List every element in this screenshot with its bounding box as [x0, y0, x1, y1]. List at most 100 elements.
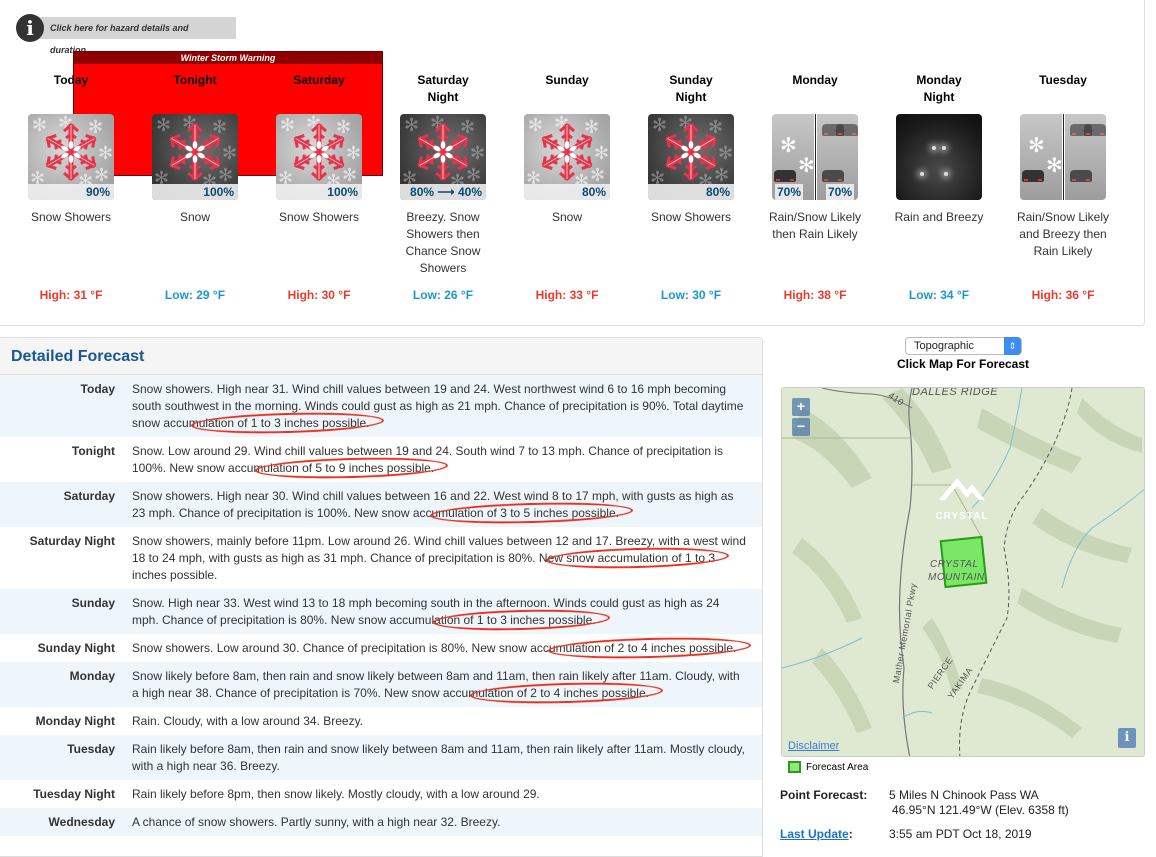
forecast-row: Monday Night Rain. Cloudy, with a low ar…	[0, 707, 762, 735]
weather-icon[interactable]: ✻ ✻ ✻ ✻ ✻ ✻ ✻	[28, 114, 114, 200]
car-icon	[1084, 124, 1106, 136]
precip-chance: 80% ⟶ 40%	[400, 184, 486, 200]
short-description: Breezy. Snow Showers then Chance Snow Sh…	[405, 210, 481, 275]
forecast-row-text: A chance of snow showers. Partly sunny, …	[132, 815, 501, 829]
forecast-period[interactable]: Saturday ✻ ✻ ✻ ✻ ✻ ✻ ✻ 100% Snow Showers…	[257, 72, 381, 304]
weather-icon[interactable]: ✻ ✻ ✻ ✻ ✻ ✻ ✻	[648, 114, 734, 200]
last-update-colon: :	[848, 827, 853, 841]
temperature: High: 36 °F	[1031, 288, 1095, 302]
headlight-icon	[942, 146, 946, 150]
forecast-period[interactable]: Sunday Night ✻ ✻ ✻ ✻ ✻ ✻ ✻ 80% Snow Show…	[629, 72, 753, 304]
forecast-row: Monday Snow likely before 8am, then rain…	[0, 662, 762, 707]
weather-icon[interactable]: ✻ ✻ 70% 70%	[772, 114, 858, 200]
crystal-logo: CRYSTAL	[935, 511, 989, 522]
seven-day-forecast-panel: i Click here for hazard details and dura…	[0, 0, 1145, 326]
map-label-dalles-ridge: DALLES RIDGE	[912, 387, 999, 398]
forecast-row-label: Tuesday Night	[33, 787, 115, 801]
legend-label: Forecast Area	[806, 761, 869, 773]
forecast-row-label: Monday	[69, 669, 115, 683]
car-icon	[822, 170, 844, 182]
forecast-period[interactable]: Today ✻ ✻ ✻ ✻ ✻ ✻ ✻ 90% Snow Showers Hig…	[9, 72, 133, 304]
highlighted-accumulation: mulation of 2 to 4 inches possible.	[555, 641, 737, 655]
click-map-prompt: Click Map For Forecast	[896, 357, 1030, 371]
forecast-row: Today Snow showers. High near 31. Wind c…	[0, 375, 762, 437]
map-label-crystal: CRYSTAL	[930, 559, 979, 570]
forecast-period[interactable]: Saturday Night ✻ ✻ ✻ ✻ ✻ ✻ ✻ 80% ⟶ 40% B…	[381, 72, 505, 304]
short-description: Snow Showers	[650, 210, 732, 224]
detailed-forecast-body: Today Snow showers. High near 31. Wind c…	[0, 375, 762, 836]
forecast-row-text: Snow showers. High near 30. Wind chill v…	[132, 489, 734, 520]
forecast-row-label: Sunday	[71, 596, 115, 610]
forecast-map[interactable]: + − DALLES RIDGE 410 CRYSTAL CRYSTAL MOU…	[781, 387, 1145, 757]
forecast-period[interactable]: Monday Night Rain and Breezy Low: 34 °F	[877, 72, 1001, 304]
point-forecast-location: 5 Miles N Chinook Pass WA	[889, 788, 1039, 802]
point-forecast-info: Point Forecast: 5 Miles N Chinook Pass W…	[780, 788, 1069, 842]
period-name: Today	[53, 73, 89, 87]
highlighted-accumulation: mulation of 3 to 5 inches possible.	[438, 506, 619, 520]
last-update-link[interactable]: Last Update	[780, 827, 849, 841]
weather-icon[interactable]: ✻ ✻ ✻ ✻ ✻ ✻ ✻	[152, 114, 238, 200]
car-icon	[836, 124, 858, 136]
forecast-row: Saturday Night Snow showers, mainly befo…	[0, 527, 762, 589]
disclaimer-link[interactable]: Disclaimer	[788, 740, 839, 752]
short-description: Snow Showers	[278, 210, 360, 224]
weather-icon[interactable]: ✻ ✻	[1020, 114, 1106, 200]
forecast-row: Saturday Snow showers. High near 30. Win…	[0, 482, 762, 527]
temperature: High: 38 °F	[783, 288, 847, 302]
forecast-row: Tuesday Night Rain likely before 8pm, th…	[0, 780, 762, 808]
info-icon: i	[16, 14, 44, 42]
forecast-period[interactable]: Sunday ✻ ✻ ✻ ✻ ✻ ✻ ✻ 80% Snow High: 33 °…	[505, 72, 629, 304]
snowflake-icon: ✻	[1046, 155, 1063, 177]
map-label-mountain: MOUNTAIN	[928, 572, 985, 583]
forecast-period[interactable]: Tonight ✻ ✻ ✻ ✻ ✻ ✻ ✻ 100% Snow Low: 29 …	[133, 72, 257, 304]
period-name: Sunday Night	[669, 73, 713, 104]
map-layer-select[interactable]: Topographic ⇕	[905, 337, 1022, 355]
highlighted-accumulation: ulation of 2 to 4 inches possible.	[478, 686, 649, 700]
precip-chance: 80%	[524, 184, 610, 200]
forecast-row-text: Rain likely before 8pm, then snow likely…	[132, 787, 540, 801]
period-name: Saturday Night	[417, 73, 469, 104]
weather-icon[interactable]: ✻ ✻ ✻ ✻ ✻ ✻ ✻	[400, 114, 486, 200]
short-description: Rain and Breezy	[894, 210, 984, 224]
weather-icon[interactable]: ✻ ✻ ✻ ✻ ✻ ✻ ✻	[276, 114, 362, 200]
forecast-row-label: Monday Night	[35, 714, 115, 728]
snowflake-icon	[293, 122, 345, 181]
highlighted-accumulation: w snow accumulation of 1 to 3	[554, 551, 716, 565]
temperature: Low: 26 °F	[412, 288, 474, 302]
forecast-row: Tonight Snow. Low around 29. Wind chill …	[0, 437, 762, 482]
car-icon	[774, 170, 796, 182]
zoom-in-button[interactable]: +	[792, 398, 810, 416]
forecast-row-label: Saturday	[63, 489, 115, 503]
temperature: High: 30 °F	[287, 288, 351, 302]
map-info-button[interactable]: i	[1118, 728, 1136, 748]
forecast-row-text: Snow showers. Low around 30. Chance of p…	[132, 641, 737, 655]
zoom-out-button[interactable]: −	[792, 418, 810, 436]
weather-icon[interactable]	[896, 114, 982, 200]
short-description: Snow Showers	[30, 210, 112, 224]
point-forecast-coords: 46.95°N 121.49°W (Elev. 6358 ft)	[892, 803, 1069, 817]
temperature: Low: 29 °F	[164, 288, 226, 302]
forecast-period[interactable]: Monday ✻ ✻ 70% 70% Rain/Snow Likely then …	[753, 72, 877, 304]
forecast-row-text: Snow showers, mainly before 11pm. Low ar…	[132, 534, 746, 582]
headlight-icon	[944, 172, 948, 176]
forecast-period[interactable]: Tuesday ✻ ✻ Rain/Snow Likely and Breezy …	[1001, 72, 1125, 304]
temperature: Low: 34 °F	[908, 288, 970, 302]
forecast-row-text: Snow. Low around 29. Wind chill values b…	[132, 444, 724, 475]
car-icon	[1022, 170, 1044, 182]
temperature: High: 31 °F	[39, 288, 103, 302]
car-icon	[1070, 170, 1092, 182]
weather-icon[interactable]: ✻ ✻ ✻ ✻ ✻ ✻ ✻	[524, 114, 610, 200]
forecast-row-label: Saturday Night	[29, 534, 115, 548]
period-name: Tonight	[173, 73, 217, 87]
short-description: Snow	[551, 210, 583, 224]
forecast-row-label: Tuesday	[67, 742, 115, 756]
highlighted-accumulation: tion of 1 to 3 inches possible.	[440, 613, 596, 627]
forecast-row: Tuesday Rain likely before 8am, then rai…	[0, 735, 762, 780]
snowflake-icon: ✻	[780, 135, 797, 157]
detailed-forecast-title: Detailed Forecast	[11, 348, 145, 365]
period-name: Monday	[792, 73, 838, 87]
select-chevron-icon: ⇕	[1004, 337, 1021, 355]
forecast-row-label: Wednesday	[48, 815, 115, 829]
forecast-periods: Today ✻ ✻ ✻ ✻ ✻ ✻ ✻ 90% Snow Showers Hig…	[9, 72, 1125, 304]
hazard-details-button[interactable]: i Click here for hazard details and dura…	[16, 14, 236, 55]
